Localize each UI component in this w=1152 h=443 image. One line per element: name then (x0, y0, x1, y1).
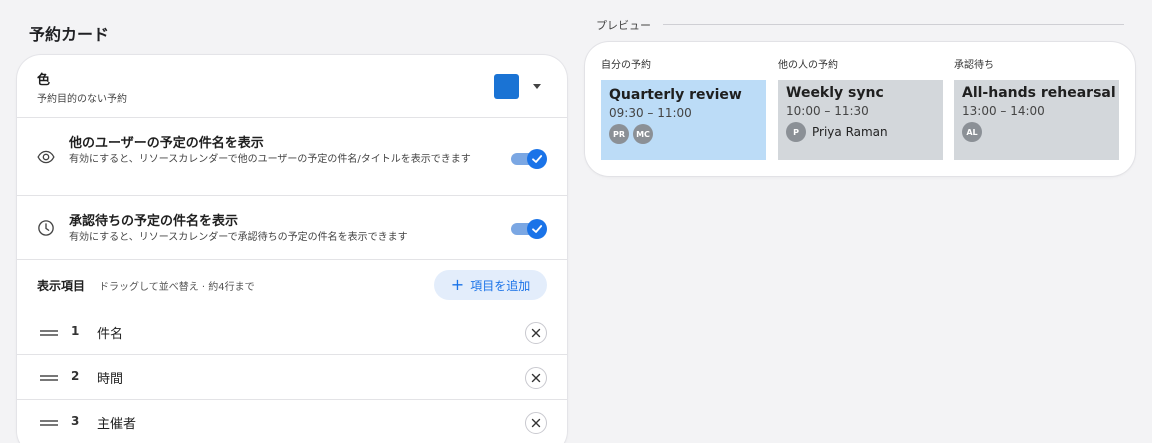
toggle-title-pending: 承認待ちの予定の件名を表示 (69, 214, 239, 229)
check-icon (527, 219, 547, 239)
toggle-switch-other-users[interactable] (510, 149, 547, 169)
organizer-name: Priya Raman (812, 125, 888, 139)
remove-item-button[interactable] (525, 322, 547, 344)
toggle-description-other-users: 有効にすると、リソースカレンダーで他のユーザーの予定の件名/タイトルを表示できま… (69, 154, 471, 165)
close-icon (531, 328, 541, 338)
display-item-row[interactable]: 1 件名 (17, 310, 567, 355)
toggle-description-pending: 有効にすると、リソースカレンダーで承認待ちの予定の件名を表示できます (69, 232, 408, 243)
column-label: 自分の予約 (601, 60, 651, 71)
preview-column-others: 他の人の予約 Weekly sync 10:00 – 11:30 P Priya… (778, 59, 943, 160)
color-setting-title: 色 (37, 73, 51, 88)
drag-handle-icon[interactable] (40, 420, 58, 426)
settings-card: 色 予約目的のない予約 他のユーザーの予定の件名を表示 有効にすると、リソースカ… (17, 55, 567, 443)
column-label: 他の人の予約 (778, 60, 838, 71)
item-label: 件名 (97, 327, 124, 342)
event-card[interactable]: Weekly sync 10:00 – 11:30 P Priya Raman (778, 80, 943, 160)
display-item-row[interactable]: 2 時間 (17, 355, 567, 400)
preview-column-pending: 承認待ち All-hands rehearsal 13:00 – 14:00 A… (954, 59, 1119, 160)
divider (663, 24, 1124, 25)
color-setting-row[interactable]: 色 予約目的のない予約 (17, 55, 567, 118)
display-items-header: 表示項目 ドラッグして並べ替え · 約4行まで + 項目を追加 (17, 260, 567, 310)
event-title: All-hands rehearsal (962, 85, 1116, 101)
toggle-row-pending: 承認待ちの予定の件名を表示 有効にすると、リソースカレンダーで承認待ちの予定の件… (17, 196, 567, 260)
item-number: 1 (71, 324, 80, 338)
eye-icon (37, 150, 55, 164)
event-time: 09:30 – 11:00 (609, 106, 692, 120)
chevron-down-icon[interactable] (533, 84, 541, 89)
check-icon (527, 149, 547, 169)
drag-handle-icon[interactable] (40, 375, 58, 381)
toggle-row-other-users: 他のユーザーの予定の件名を表示 有効にすると、リソースカレンダーで他のユーザーの… (17, 118, 567, 196)
event-card[interactable]: All-hands rehearsal 13:00 – 14:00 AL (954, 80, 1119, 160)
toggle-switch-pending[interactable] (510, 219, 547, 239)
avatar: MC (633, 124, 653, 144)
item-number: 2 (71, 369, 80, 383)
add-item-button[interactable]: + 項目を追加 (434, 270, 547, 300)
clock-icon (38, 220, 54, 236)
color-setting-subtitle: 予約目的のない予約 (37, 94, 127, 105)
item-label: 主催者 (97, 417, 137, 432)
column-label: 承認待ち (954, 60, 994, 71)
avatar: AL (962, 122, 982, 142)
remove-item-button[interactable] (525, 367, 547, 389)
preview-column-own: 自分の予約 Quarterly review 09:30 – 11:00 PR … (601, 59, 766, 160)
event-card[interactable]: Quarterly review 09:30 – 11:00 PR MC (601, 80, 766, 160)
event-title: Weekly sync (786, 85, 884, 101)
preview-label: プレビュー (596, 19, 651, 32)
preview-card: 自分の予約 Quarterly review 09:30 – 11:00 PR … (585, 42, 1135, 176)
plus-icon: + (450, 275, 465, 294)
display-items-hint: ドラッグして並べ替え · 約4行まで (99, 282, 255, 293)
event-time: 13:00 – 14:00 (962, 104, 1045, 118)
drag-handle-icon[interactable] (40, 330, 58, 336)
event-time: 10:00 – 11:30 (786, 104, 869, 118)
display-item-row[interactable]: 3 主催者 (17, 400, 567, 443)
toggle-title-other-users: 他のユーザーの予定の件名を表示 (69, 136, 264, 151)
close-icon (531, 373, 541, 383)
item-number: 3 (71, 414, 80, 428)
item-label: 時間 (97, 372, 124, 387)
event-title: Quarterly review (609, 87, 742, 103)
close-icon (531, 418, 541, 428)
color-swatch[interactable] (494, 74, 519, 99)
page-title: 予約カード (29, 25, 110, 44)
display-items-title: 表示項目 (37, 279, 86, 293)
avatar: PR (609, 124, 629, 144)
remove-item-button[interactable] (525, 412, 547, 434)
add-item-label: 項目を追加 (470, 278, 531, 293)
avatar: P (786, 122, 806, 142)
